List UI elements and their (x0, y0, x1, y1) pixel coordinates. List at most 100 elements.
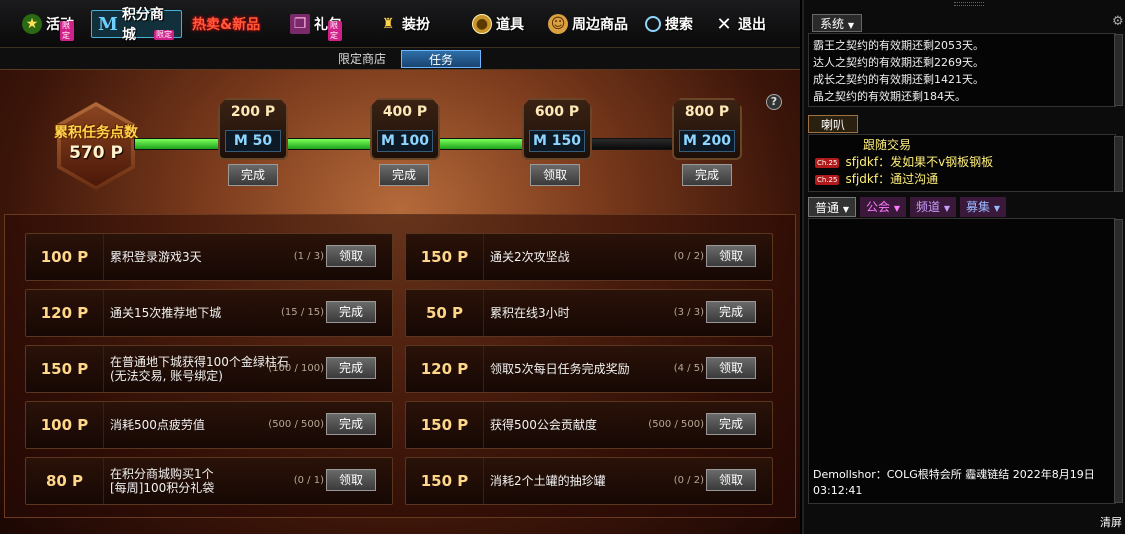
tab-channel[interactable]: 频道 ▼ (910, 197, 956, 217)
task-button[interactable]: 完成 (326, 301, 376, 323)
task-progress: (0 / 2) (673, 475, 704, 486)
milestone-reward: M 150 (529, 130, 585, 152)
system-tab-label: 系统 (820, 17, 845, 31)
task-progress: (0 / 2) (673, 251, 704, 262)
task-progress: (1 / 3) (293, 251, 324, 262)
task-row: 100 P 累积登录游戏3天 (1 / 3) 领取 (25, 233, 393, 281)
chat-message-box: Demollshor：COLG根特会所 霾魂链结 2022年8月19日 03:1… (808, 218, 1116, 504)
milestone-button[interactable]: 完成 (228, 164, 278, 186)
chat-panel: 系统 ▼ ⚙ 霸王之契约的有效期还剩2053天。 达人之契约的有效期还剩2269… (802, 0, 1125, 534)
task-button[interactable]: 领取 (706, 469, 756, 491)
limited-badge: 限定 (154, 30, 174, 40)
milestone-points: 400 P (382, 104, 428, 120)
drag-handle[interactable] (954, 2, 984, 6)
milestone-reward: M 50 (225, 130, 281, 152)
horn-scrollbar[interactable] (1114, 136, 1123, 192)
progress-segment-4 (590, 138, 676, 150)
task-button[interactable]: 完成 (326, 357, 376, 379)
total-points-value: 570 P (69, 143, 123, 163)
horn-message: Ch.25 sfjdkf：发如果不v钢板钢板 (815, 154, 1109, 171)
horn-tab[interactable]: 喇叭 (808, 115, 858, 133)
limited-badge: 限定 (60, 21, 74, 41)
milestone-button[interactable]: 完成 (682, 164, 732, 186)
trophy-icon: ♜ (381, 16, 395, 32)
progress-segment-1 (134, 138, 220, 150)
task-button[interactable]: 领取 (706, 357, 756, 379)
chevron-down-icon: ▼ (847, 21, 854, 30)
mileage-m-icon: M (380, 133, 395, 149)
tab-normal[interactable]: 普通 ▼ (808, 197, 856, 217)
horn-header: 跟随交易 (863, 138, 912, 152)
tab-guild[interactable]: 公会 ▼ (860, 197, 906, 217)
task-description: 累积在线3小时 (490, 306, 570, 320)
milestone-card: 800 P M 200 (672, 98, 742, 160)
close-icon: ✕ (716, 13, 732, 35)
tab-guild-label: 公会 (866, 200, 891, 214)
task-progress: (15 / 15) (281, 307, 324, 318)
task-points: 100 P (26, 234, 104, 280)
tab-channel-label: 频道 (916, 200, 941, 214)
limited-badge: 限定 (328, 21, 342, 41)
tab-task[interactable]: 任务 (401, 50, 481, 68)
milestone-button[interactable]: 领取 (530, 164, 580, 186)
task-description: 在积分商城购买1个 [每周]100积分礼袋 (110, 467, 215, 495)
sub-tab-bar: 限定商店 任务 (0, 48, 800, 70)
mileage-m-icon: M (98, 13, 118, 35)
menu-items[interactable]: ● 道具 (472, 10, 524, 38)
total-points-title: 累积任务点数 (54, 125, 138, 141)
task-row: 150 P 在普通地下城获得100个金绿柱石 (无法交易, 账号绑定) (100… (25, 345, 393, 393)
task-button[interactable]: 领取 (706, 245, 756, 267)
gear-icon[interactable]: ⚙ (1112, 14, 1124, 29)
menu-activity[interactable]: ★ 活动 限定 (22, 10, 74, 41)
task-progress: (500 / 500) (648, 419, 704, 430)
system-tab[interactable]: 系统 ▼ (812, 14, 862, 32)
milestone-button[interactable]: 完成 (379, 164, 429, 186)
task-points: 150 P (406, 234, 484, 280)
system-message: 达人之契约的有效期还剩2269天。 (813, 56, 984, 69)
chat-scrollbar[interactable] (1114, 219, 1123, 503)
task-points: 80 P (26, 458, 104, 504)
task-points: 50 P (406, 290, 484, 336)
system-message: 霸王之契约的有效期还剩2053天。 (813, 39, 984, 52)
task-progress: (500 / 500) (268, 419, 324, 430)
menu-points-shop[interactable]: M 积分商城 限定 (91, 7, 182, 43)
chat-message: Demollshor：COLG根特会所 霾魂链结 2022年8月19日 03:1… (813, 468, 1095, 497)
mileage-m-icon: M (532, 133, 547, 149)
system-scrollbar[interactable] (1114, 34, 1123, 106)
tab-recruit[interactable]: 募集 ▼ (960, 197, 1006, 217)
menu-search-label: 搜索 (665, 17, 693, 33)
task-row: 120 P 通关15次推荐地下城 (15 / 15) 完成 (25, 289, 393, 337)
task-points: 100 P (26, 402, 104, 448)
horn-message-text: sfjdkf：发如果不v钢板钢板 (845, 155, 994, 169)
task-row: 100 P 消耗500点疲劳值 (500 / 500) 完成 (25, 401, 393, 449)
task-row: 150 P 获得500公会贡献度 (500 / 500) 完成 (405, 401, 773, 449)
task-row: 120 P 领取5次每日任务完成奖励 (4 / 5) 领取 (405, 345, 773, 393)
horn-message-box: 跟随交易 Ch.25 sfjdkf：发如果不v钢板钢板 Ch.25 sfjdkf：通… (808, 134, 1116, 192)
menu-hot-new[interactable]: 热卖&新品 (192, 10, 260, 38)
clear-screen-button[interactable]: 清屏 (1100, 514, 1122, 530)
menu-merch[interactable]: ☺ 周边商品 (548, 10, 628, 38)
task-progress: (3 / 3) (673, 307, 704, 318)
milestone-reward: M 100 (377, 130, 433, 152)
task-description: 通关2次攻坚战 (490, 250, 570, 264)
task-points: 150 P (26, 346, 104, 392)
help-icon[interactable]: ? (766, 94, 782, 110)
tab-limited-shop[interactable]: 限定商店 (322, 50, 402, 68)
top-menu-bar: ★ 活动 限定 M 积分商城 限定 热卖&新品 ❐ 礼包 限定 ♜ 装扮 ● 道… (0, 0, 800, 48)
task-button[interactable]: 完成 (326, 413, 376, 435)
task-row: 80 P 在积分商城购买1个 [每周]100积分礼袋 (0 / 1) 领取 (25, 457, 393, 505)
menu-exit[interactable]: ✕ 退出 (714, 10, 766, 38)
milestone-points: 800 P (684, 104, 730, 120)
milestone-card: 400 P M 100 (370, 98, 440, 160)
menu-hot-label: 热卖&新品 (192, 17, 261, 33)
menu-dress[interactable]: ♜ 装扮 (378, 10, 430, 38)
menu-gift[interactable]: ❐ 礼包 限定 (290, 10, 342, 41)
task-progress: (100 / 100) (268, 363, 324, 374)
task-progress: (4 / 5) (673, 363, 704, 374)
task-button[interactable]: 领取 (326, 245, 376, 267)
task-button[interactable]: 领取 (326, 469, 376, 491)
task-button[interactable]: 完成 (706, 413, 756, 435)
menu-search[interactable]: 搜索 (645, 10, 693, 38)
task-button[interactable]: 完成 (706, 301, 756, 323)
tab-normal-label: 普通 (815, 201, 840, 215)
